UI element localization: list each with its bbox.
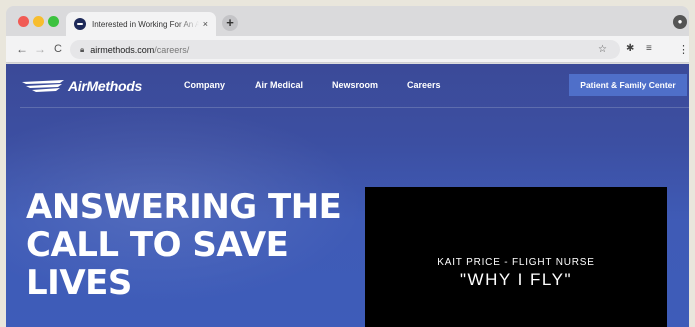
patient-family-center-button[interactable]: Patient & Family Center: [569, 74, 687, 96]
site-header: AirMethods Company Air Medical Newsroom …: [6, 64, 689, 108]
nav-air-medical[interactable]: Air Medical: [255, 80, 303, 90]
logo-swoosh-icon: [22, 80, 64, 92]
forward-button[interactable]: →: [34, 42, 46, 56]
maximize-window-button[interactable]: [48, 16, 59, 27]
new-tab-button[interactable]: +: [222, 15, 238, 31]
page-content: AirMethods Company Air Medical Newsroom …: [6, 64, 689, 327]
nav-newsroom[interactable]: Newsroom: [332, 80, 378, 90]
close-window-button[interactable]: [18, 16, 29, 27]
lock-icon[interactable]: 🔒︎: [80, 45, 84, 55]
minimize-window-button[interactable]: [33, 16, 44, 27]
reading-list-icon[interactable]: ≡: [646, 43, 652, 54]
video-subtitle: KAIT PRICE - FLIGHT NURSE: [437, 257, 595, 268]
nav-company[interactable]: Company: [184, 80, 225, 90]
star-icon[interactable]: ☆: [598, 44, 607, 55]
back-button[interactable]: ←: [16, 42, 28, 56]
extensions-icon[interactable]: ✱: [626, 43, 634, 54]
hero-title: ANSWERING THE CALL TO SAVE LIVES: [26, 187, 342, 303]
browser-window: Interested in Working For An Ai × + ● ← …: [6, 6, 689, 327]
nav-careers[interactable]: Careers: [407, 80, 441, 90]
tab-title: Interested in Working For An Ai: [92, 19, 199, 29]
tab-close-icon[interactable]: ×: [203, 19, 208, 29]
menu-icon[interactable]: ⋮: [678, 43, 689, 56]
air-methods-logo[interactable]: AirMethods: [20, 74, 142, 98]
site-favicon-icon: [74, 18, 86, 30]
reload-button[interactable]: C: [54, 42, 62, 56]
video-player[interactable]: KAIT PRICE - FLIGHT NURSE "WHY I FLY": [365, 187, 667, 327]
header-divider: [20, 107, 689, 108]
logo-text: AirMethods: [68, 78, 143, 94]
video-title: "WHY I FLY": [459, 270, 572, 289]
url-host: airmethods.com: [90, 44, 155, 55]
address-bar[interactable]: 🔒︎ airmethods.com /careers/: [70, 40, 620, 59]
tab-search-icon[interactable]: ●: [673, 15, 687, 29]
browser-toolbar: ← → C 🔒︎ airmethods.com /careers/ ☆ ✱ ≡ …: [6, 36, 689, 63]
url-path: /careers/: [154, 44, 190, 55]
browser-tab[interactable]: Interested in Working For An Ai ×: [66, 12, 216, 36]
tab-strip: Interested in Working For An Ai × + ●: [6, 6, 689, 36]
